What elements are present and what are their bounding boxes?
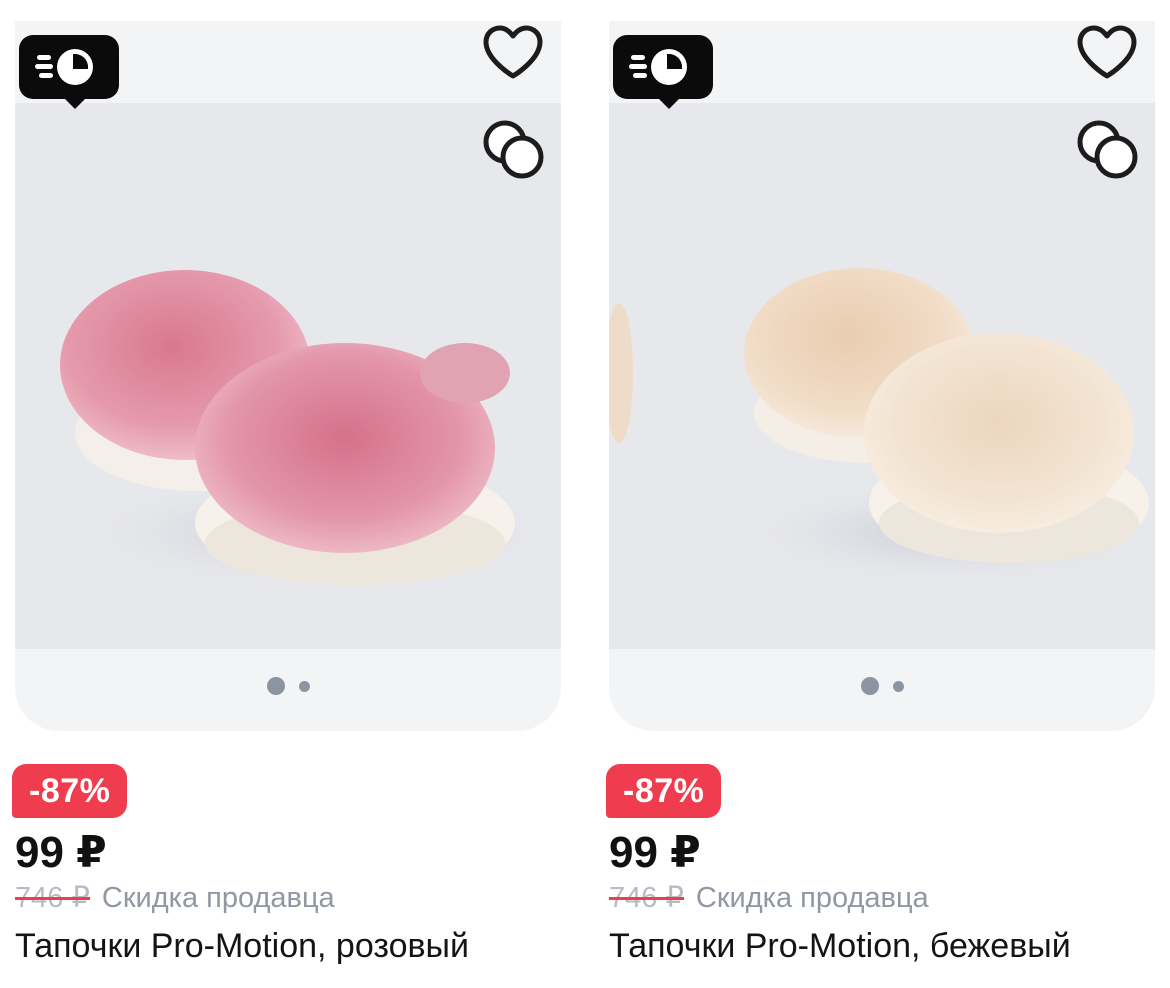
carousel-dot[interactable] [892,680,904,692]
compare-circles-icon [1077,120,1138,179]
discount-badge: -87% [606,764,722,818]
favorite-button[interactable] [481,24,545,82]
old-price: 746 ₽ [609,882,684,914]
heart-icon [483,25,543,79]
heart-icon [1077,25,1137,79]
discount-label: Скидка продавца [101,882,335,914]
product-media[interactable] [609,21,1155,731]
old-price-row: 746 ₽ Скидка продавца [609,880,929,916]
product-image[interactable] [609,103,1155,649]
compare-button[interactable] [1075,118,1139,182]
carousel-indicator[interactable] [15,677,561,695]
express-delivery-badge [19,35,119,109]
product-card[interactable]: -87% 99 ₽ 746 ₽ Скидка продавца Тапочки P… [12,0,561,988]
product-image[interactable] [15,103,561,649]
product-media[interactable] [15,21,561,731]
favorite-button[interactable] [1075,24,1139,82]
compare-button[interactable] [481,118,545,182]
express-delivery-badge [613,35,713,109]
current-price: 99 ₽ [609,828,701,877]
product-card[interactable]: -87% 99 ₽ 746 ₽ Скидка продавца Тапочки P… [606,0,1155,988]
carousel-indicator[interactable] [609,677,1155,695]
current-price: 99 ₽ [15,828,107,877]
product-title[interactable]: Тапочки Pro-Motion, розовый [15,925,469,967]
express-delivery-icon [629,49,687,85]
carousel-dot[interactable] [298,680,310,692]
old-price: 746 ₽ [15,882,90,914]
discount-label: Скидка продавца [695,882,929,914]
discount-badge: -87% [12,764,128,818]
old-price-row: 746 ₽ Скидка продавца [15,880,335,916]
carousel-dot-active[interactable] [860,677,879,695]
express-delivery-icon [35,49,93,85]
carousel-dot-active[interactable] [266,677,285,695]
beige-slippers-illustration [609,268,1155,588]
compare-circles-icon [483,120,544,179]
product-title[interactable]: Тапочки Pro-Motion, бежевый [609,925,1071,967]
pink-slippers-illustration [55,270,561,593]
